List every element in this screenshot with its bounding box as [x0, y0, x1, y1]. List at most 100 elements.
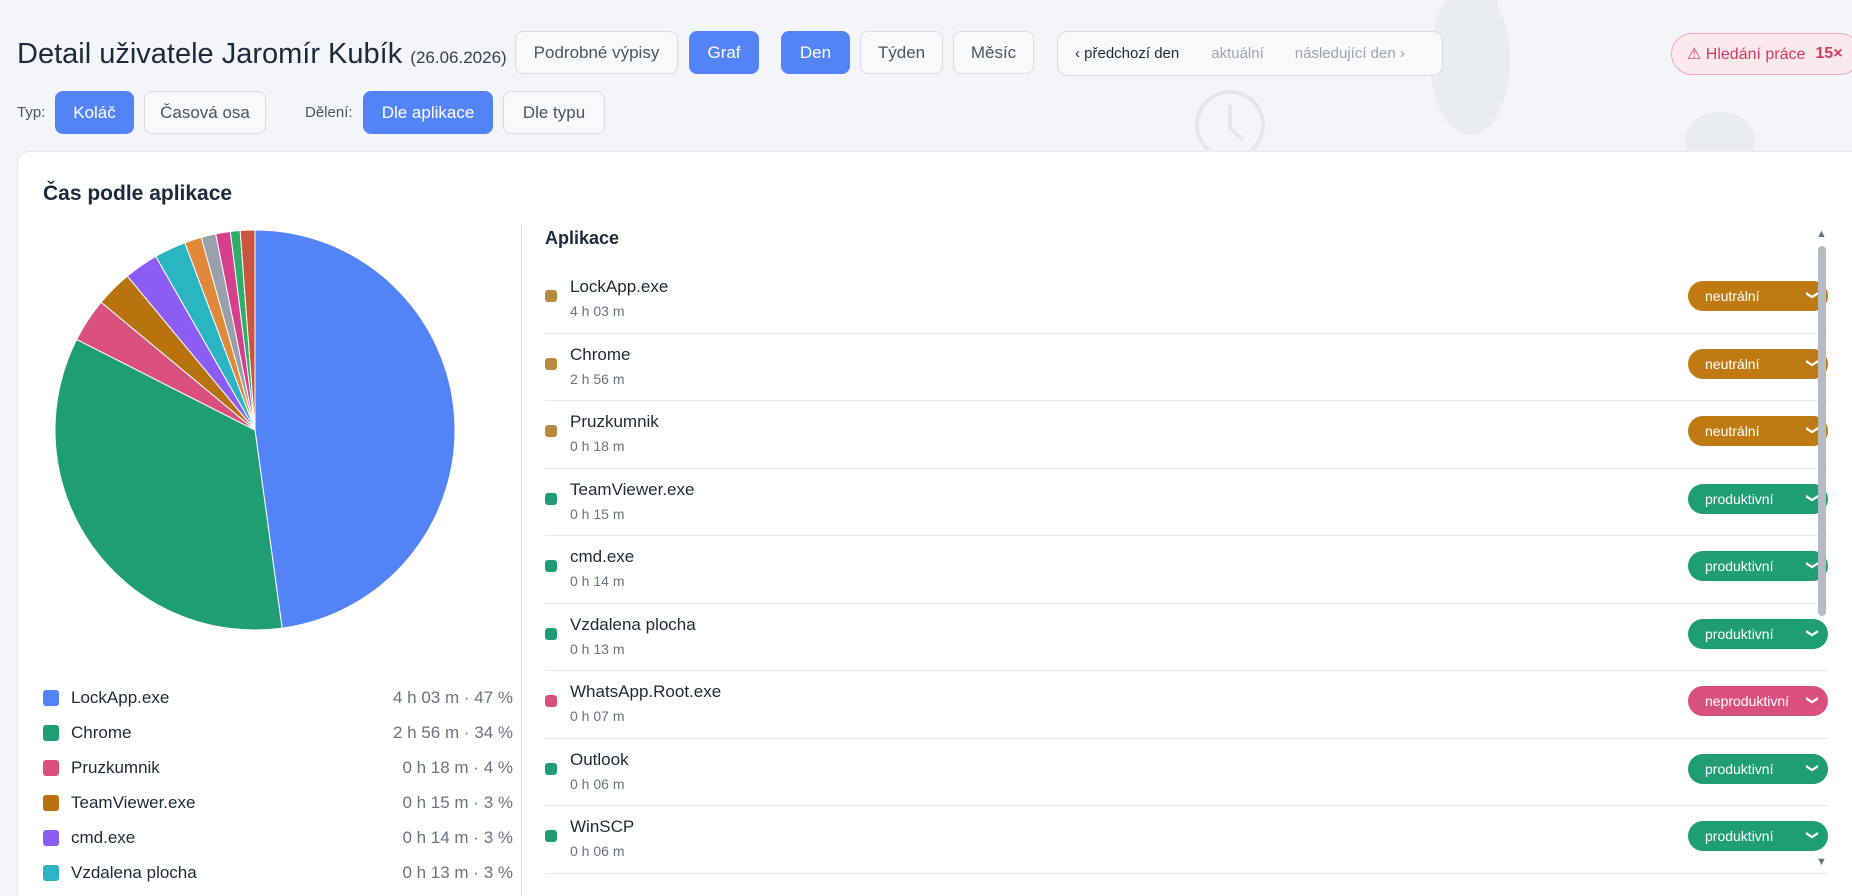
current-day-link[interactable]: aktuální — [1211, 45, 1264, 62]
split-by-app-button[interactable]: Dle aplikace — [363, 91, 493, 134]
category-label: neutrální — [1705, 288, 1760, 304]
job-search-alert[interactable]: ⚠ Hledání práce 15× — [1671, 33, 1852, 75]
app-row: Pruzkumnik 0 h 18 m neutrální ❯ — [545, 401, 1828, 469]
scroll-down-icon[interactable]: ▼ — [1816, 856, 1827, 868]
app-row: Chrome 2 h 56 m neutrální ❯ — [545, 334, 1828, 401]
legend-swatch — [43, 689, 59, 706]
category-select[interactable]: neutrální ❯ — [1688, 281, 1828, 311]
legend-name: LockApp.exe — [71, 687, 170, 707]
previous-day-link[interactable]: ‹ předchozí den — [1075, 45, 1179, 62]
app-color-dot — [545, 290, 557, 302]
app-time: 0 h 18 m — [570, 438, 625, 454]
category-label: neutrální — [1705, 423, 1760, 439]
legend-item: Pruzkumnik 0 h 18 m · 4 % — [43, 750, 513, 785]
legend-value: 4 h 03 m · 47 % — [392, 687, 513, 707]
category-select[interactable]: produktivní ❯ — [1688, 821, 1828, 851]
app-time: 0 h 06 m — [570, 843, 625, 859]
app-row: cmd.exe 0 h 14 m produktivní ❯ — [545, 536, 1828, 604]
period-day-button[interactable]: Den — [781, 31, 850, 74]
type-pie-button[interactable]: Koláč — [55, 91, 134, 134]
app-name: Outlook — [570, 749, 629, 769]
legend-name: Pruzkumnik — [71, 757, 160, 777]
app-time: 0 h 15 m — [570, 505, 625, 522]
app-time: 0 h 13 m — [570, 640, 625, 657]
app-color-dot — [545, 830, 557, 842]
legend-name: Vzdalena plocha — [71, 862, 197, 882]
legend-name: TeamViewer.exe — [71, 792, 196, 812]
legend-value: 2 h 56 m · 34 % — [392, 722, 513, 742]
legend-value: 0 h 18 m · 4 % — [402, 757, 513, 777]
app-time: 2 h 56 m — [570, 370, 625, 387]
category-select[interactable]: produktivní ❯ — [1688, 753, 1828, 784]
app-time: 0 h 14 m — [570, 573, 625, 589]
card-title: Čas podle aplikace — [43, 182, 233, 205]
period-month-button[interactable]: Měsíc — [953, 31, 1034, 74]
app-time: 4 h 03 m — [570, 303, 625, 319]
app-name: WinSCP — [570, 817, 635, 836]
legend-swatch — [43, 759, 59, 776]
alert-count: 15× — [1815, 45, 1843, 62]
app-name: LockApp.exe — [570, 277, 669, 296]
legend-name: cmd.exe — [71, 827, 136, 847]
legend-swatch — [43, 794, 59, 811]
title-date: (26.06.2026) — [410, 48, 507, 67]
legend-item: TeamViewer.exe 0 h 15 m · 3 % — [43, 785, 513, 820]
scroll-up-icon[interactable]: ▲ — [1816, 228, 1827, 240]
detailed-listing-button[interactable]: Podrobné výpisy — [515, 31, 678, 74]
app-color-dot — [545, 695, 557, 707]
category-select[interactable]: neutrální ❯ — [1688, 348, 1828, 379]
chart-card: Čas podle aplikace LockApp.exe 4 h 03 m ·… — [17, 151, 1852, 896]
legend-swatch — [43, 724, 59, 741]
app-list-heading: Aplikace — [545, 228, 620, 248]
next-day-link[interactable]: následující den › — [1295, 45, 1405, 62]
period-week-button[interactable]: Týden — [860, 31, 943, 74]
legend-swatch — [43, 864, 59, 881]
category-select[interactable]: produktivní ❯ — [1688, 551, 1828, 581]
legend-item: cmd.exe 0 h 14 m · 3 % — [43, 820, 513, 855]
app-row: LockApp.exe 4 h 03 m neutrální ❯ — [545, 266, 1828, 334]
scrollbar-thumb[interactable] — [1818, 246, 1826, 616]
app-name: cmd.exe — [570, 547, 635, 566]
chevron-down-icon: ❯ — [1805, 762, 1820, 773]
legend-value: 0 h 13 m · 3 % — [402, 862, 513, 882]
day-navigation: ‹ předchozí den aktuální následující den… — [1057, 31, 1443, 76]
category-label: produktivní — [1705, 760, 1774, 777]
chart-view-button[interactable]: Graf — [689, 31, 759, 74]
category-label: neproduktivní — [1705, 693, 1790, 709]
app-color-dot — [545, 357, 557, 370]
category-select[interactable]: produktivní ❯ — [1688, 483, 1828, 514]
category-select[interactable]: produktivní ❯ — [1688, 618, 1828, 649]
app-color-dot — [545, 492, 557, 505]
app-row: WhatsApp.Root.exe 0 h 07 m neproduktivní ❯ — [545, 671, 1828, 739]
legend-value: 0 h 14 m · 3 % — [402, 827, 513, 847]
app-color-dot — [545, 762, 557, 775]
app-time: 0 h 07 m — [570, 708, 625, 724]
app-row: WinSCP 0 h 06 m produktivní ❯ — [545, 806, 1828, 874]
legend-name: Chrome — [71, 722, 132, 742]
legend-swatch — [43, 829, 59, 846]
app-name: Pruzkumnik — [570, 412, 659, 431]
legend-item: Chrome 2 h 56 m · 34 % — [43, 715, 513, 750]
app-row: TeamViewer.exe 0 h 15 m produktivní ❯ — [545, 469, 1828, 536]
category-label: neutrální — [1705, 355, 1760, 372]
alert-label: ⚠ Hledání práce — [1687, 46, 1806, 63]
app-name: TeamViewer.exe — [570, 479, 695, 499]
category-select[interactable]: neutrální ❯ — [1688, 416, 1828, 446]
app-color-dot — [545, 425, 557, 437]
pie-slice-0[interactable] — [254, 230, 455, 629]
category-label: produktivní — [1705, 490, 1774, 507]
chevron-down-icon: ❯ — [1805, 829, 1820, 841]
split-label: Dělení: — [305, 104, 353, 121]
category-select[interactable]: neproduktivní ❯ — [1688, 686, 1828, 716]
legend-item: LockApp.exe 4 h 03 m · 47 % — [43, 680, 513, 715]
chart-legend: LockApp.exe 4 h 03 m · 47 % Chrome 2 h 56 m… — [43, 680, 513, 890]
page-title: Detail uživatele Jaromír Kubík (26.06.20… — [17, 38, 507, 71]
legend-item: Vzdalena plocha 0 h 13 m · 3 % — [43, 855, 513, 890]
type-timeline-button[interactable]: Časová osa — [144, 91, 266, 134]
type-label: Typ: — [17, 104, 46, 121]
app-name: WhatsApp.Root.exe — [570, 682, 722, 701]
category-label: produktivní — [1705, 828, 1774, 844]
split-by-type-button[interactable]: Dle typu — [503, 91, 605, 134]
app-row: Vzdalena plocha 0 h 13 m produktivní ❯ — [545, 604, 1828, 671]
app-row: Outlook 0 h 06 m produktivní ❯ — [545, 739, 1828, 806]
